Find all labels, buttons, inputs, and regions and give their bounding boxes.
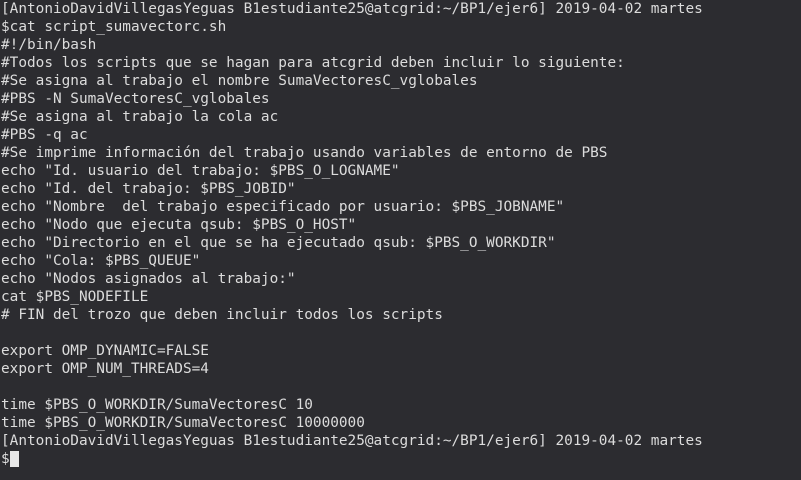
prompt-header-line: [AntonioDavidVillegasYeguas B1estudiante… [1,1,703,17]
output-line: export OMP_DYNAMIC=FALSE [1,343,209,359]
input-line[interactable]: $ [1,450,801,468]
prompt-header-line: [AntonioDavidVillegasYeguas B1estudiante… [1,433,703,449]
terminal-window[interactable]: [AntonioDavidVillegasYeguas B1estudiante… [0,0,801,480]
text-cursor [9,451,19,467]
output-line: echo "Id. usuario del trabajo: $PBS_O_LO… [1,163,400,179]
terminal-output: [AntonioDavidVillegasYeguas B1estudiante… [1,0,801,450]
output-line: # FIN del trozo que deben incluir todos … [1,307,443,323]
output-line: export OMP_NUM_THREADS=4 [1,361,209,377]
output-line: echo "Nodo que ejecuta qsub: $PBS_O_HOST… [1,217,357,233]
output-line: echo "Cola: $PBS_QUEUE" [1,253,201,269]
output-line: cat $PBS_NODEFILE [1,289,149,305]
output-line: time $PBS_O_WORKDIR/SumaVectoresC 10 [1,397,313,413]
output-line: echo "Nodos asignados al trabajo:" [1,271,296,287]
output-line: #PBS -N SumaVectoresC_vglobales [1,91,270,107]
output-line: #Se asigna al trabajo la cola ac [1,109,279,125]
output-line: #Se asigna al trabajo el nombre SumaVect… [1,73,478,89]
output-line: time $PBS_O_WORKDIR/SumaVectoresC 100000… [1,415,365,431]
output-line: #Se imprime información del trabajo usan… [1,145,608,161]
command-line: $cat script_sumavectorc.sh [1,19,227,35]
prompt-symbol: $ [1,451,10,467]
output-line: #Todos los scripts que se hagan para atc… [1,55,625,71]
output-line: echo "Nombre del trabajo especificado po… [1,199,565,215]
output-line: #PBS -q ac [1,127,88,143]
output-line: echo "Directorio en el que se ha ejecuta… [1,235,556,251]
output-line: #!/bin/bash [1,37,97,53]
output-line: echo "Id. del trabajo: $PBS_JOBID" [1,181,296,197]
